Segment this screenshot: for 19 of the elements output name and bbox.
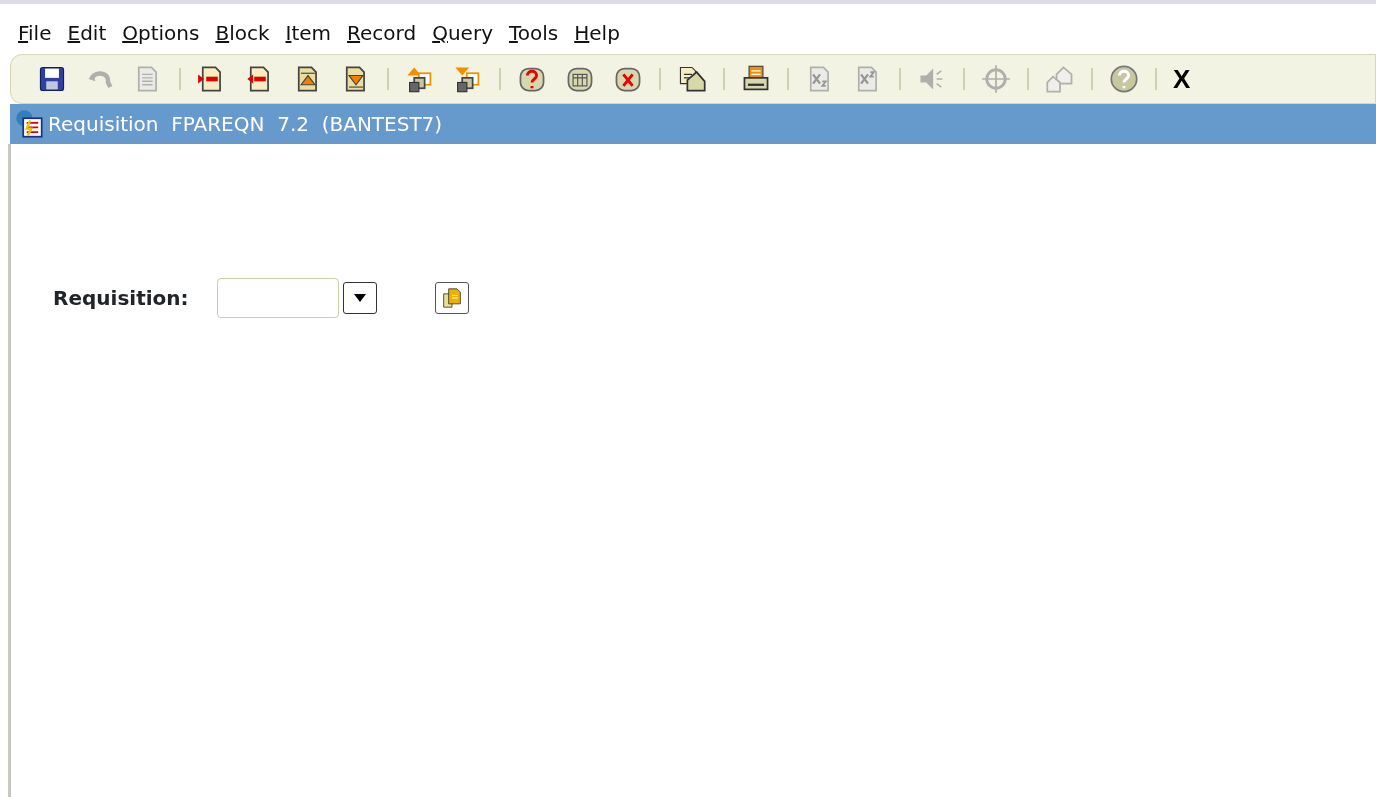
- app-icon: [14, 109, 44, 139]
- help-icon[interactable]: [1109, 64, 1139, 94]
- menu-item[interactable]: Item: [277, 21, 340, 45]
- close-button[interactable]: X: [1169, 66, 1195, 92]
- window-title: Requisition FPAREQN 7.2 (BANTEST7): [48, 111, 443, 138]
- copy-icon: [441, 285, 462, 311]
- menu-item[interactable]: Block: [207, 21, 278, 45]
- copy-button[interactable]: [434, 282, 469, 314]
- caret-icon: [353, 294, 366, 302]
- field-label: Requisition:: [53, 285, 189, 312]
- dropdown-button[interactable]: [342, 282, 377, 314]
- menu-item[interactable]: Record: [339, 21, 425, 45]
- requisition-field[interactable]: [216, 278, 339, 318]
- menu-item[interactable]: Options: [114, 21, 208, 45]
- menu-item[interactable]: File: [10, 21, 60, 45]
- menu-item[interactable]: Edit: [59, 21, 115, 45]
- menu-item[interactable]: Query: [424, 21, 501, 45]
- menu-item[interactable]: Tools: [500, 21, 567, 45]
- menu-item[interactable]: Help: [566, 21, 628, 45]
